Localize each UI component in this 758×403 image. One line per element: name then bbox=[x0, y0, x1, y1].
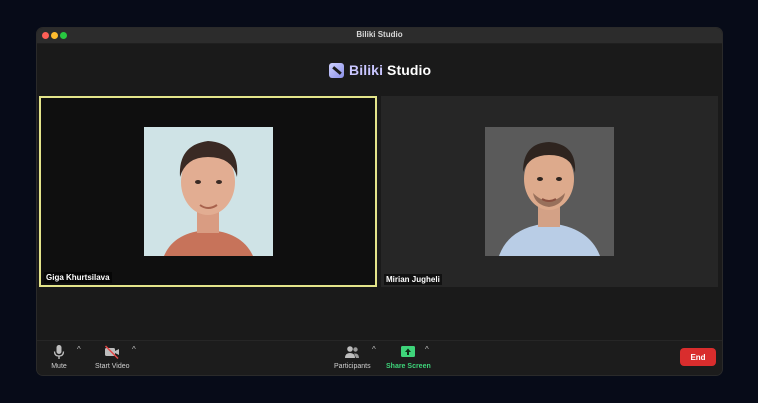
participants-label: Participants bbox=[334, 363, 371, 370]
participant-avatar bbox=[485, 127, 614, 256]
participants-button[interactable]: Participants bbox=[334, 344, 371, 370]
brand-mark-icon bbox=[329, 62, 344, 78]
mute-label: Mute bbox=[51, 363, 67, 370]
participant-name: Mirian Jugheli bbox=[384, 274, 442, 285]
start-video-label: Start Video bbox=[95, 363, 130, 370]
caret-up-icon[interactable]: ^ bbox=[77, 345, 83, 354]
participant-tile[interactable]: Giga Khurtsilava bbox=[39, 96, 377, 287]
caret-up-icon[interactable]: ^ bbox=[372, 345, 378, 354]
microphone-icon bbox=[51, 344, 67, 360]
participant-name: Giga Khurtsilava bbox=[44, 272, 112, 283]
caret-up-icon[interactable]: ^ bbox=[425, 345, 431, 354]
share-screen-label: Share Screen bbox=[386, 363, 431, 370]
window-title: Biliki Studio bbox=[356, 30, 403, 39]
share-screen-icon bbox=[400, 344, 416, 360]
participant-avatar bbox=[144, 127, 273, 256]
mute-button[interactable]: Mute bbox=[51, 344, 67, 370]
brand-name: Biliki Studio bbox=[349, 62, 432, 78]
meeting-window: Biliki Studio Biliki Studio Giga Khurtsi… bbox=[37, 28, 722, 375]
end-meeting-button[interactable]: End bbox=[680, 348, 716, 366]
participant-tile[interactable]: Mirian Jugheli bbox=[381, 96, 718, 287]
caret-up-icon[interactable]: ^ bbox=[132, 345, 138, 354]
video-off-icon bbox=[104, 344, 120, 360]
participants-icon bbox=[344, 344, 360, 360]
start-video-button[interactable]: Start Video bbox=[95, 344, 130, 370]
title-bar: Biliki Studio bbox=[37, 28, 722, 44]
meeting-toolbar: Mute ^ Start Video ^ Participants ^ Shar… bbox=[37, 340, 722, 375]
brand-logo: Biliki Studio bbox=[329, 61, 431, 79]
